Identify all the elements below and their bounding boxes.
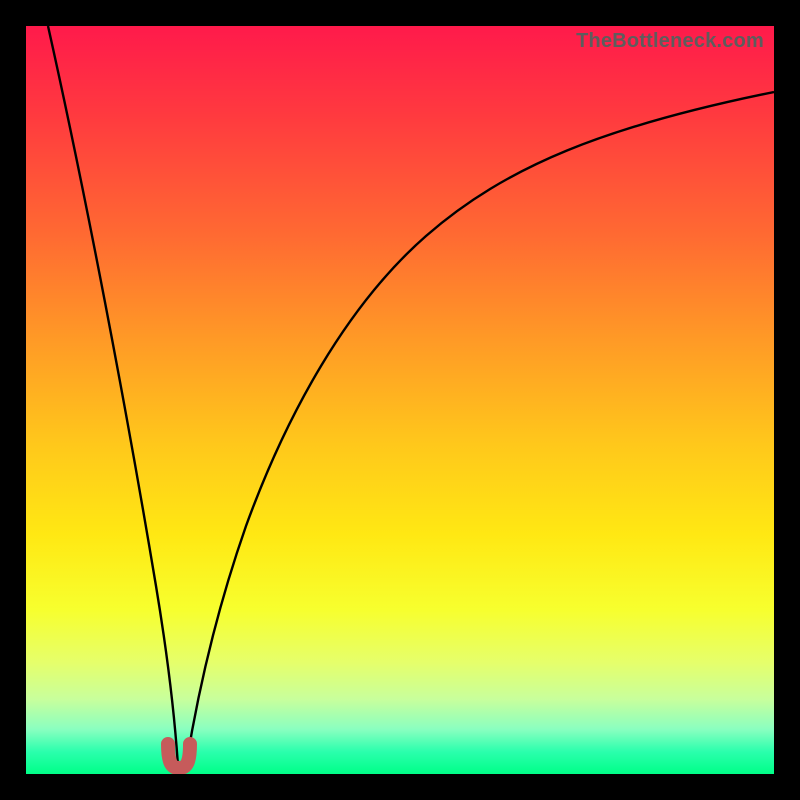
right-branch-curve (186, 92, 774, 766)
plot-area: TheBottleneck.com (26, 26, 774, 774)
optimum-marker (168, 744, 190, 768)
curve-layer (26, 26, 774, 774)
left-branch-curve (48, 26, 178, 766)
chart-container: TheBottleneck.com (0, 0, 800, 800)
